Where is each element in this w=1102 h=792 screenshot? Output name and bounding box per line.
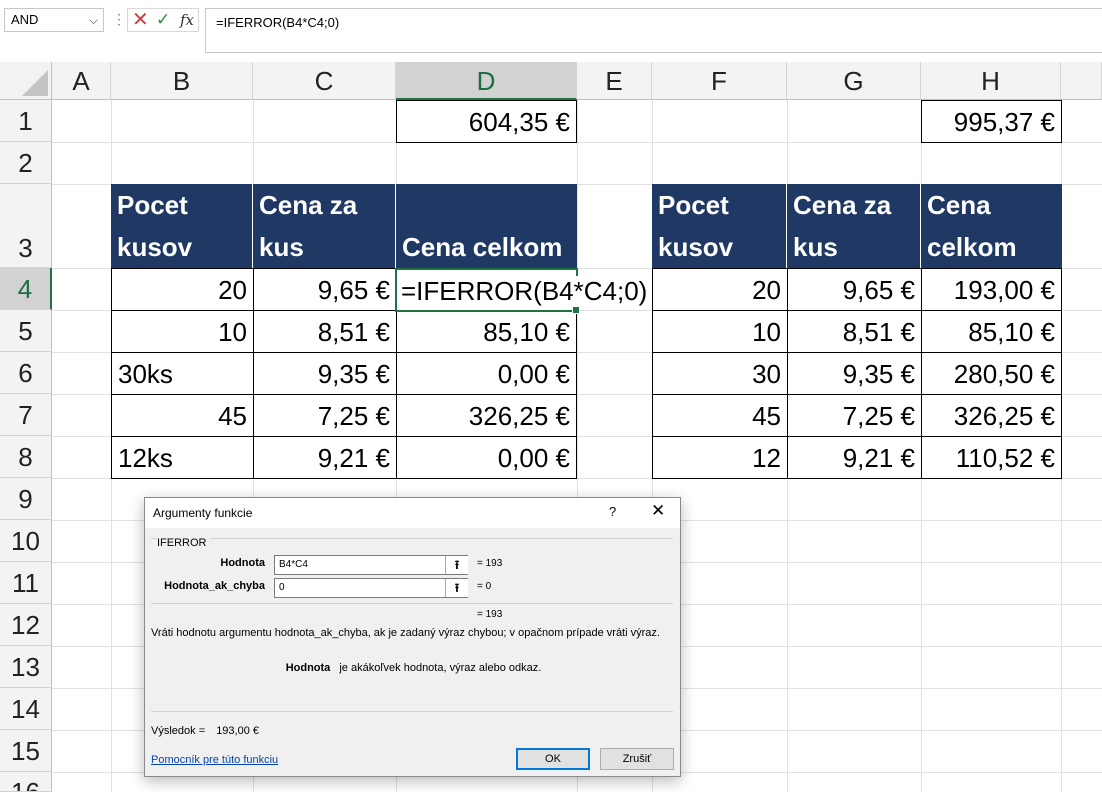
row-header-13[interactable]: 13 bbox=[0, 646, 52, 688]
row-header-7[interactable]: 7 bbox=[0, 394, 52, 436]
function-description: Vráti hodnotu argumentu hodnota_ak_chyba… bbox=[151, 627, 660, 639]
dialog-titlebar[interactable]: Argumenty funkcie ? ✕ bbox=[145, 498, 680, 528]
cell-f3[interactable]: Pocet kusov bbox=[652, 184, 787, 268]
arg2-input[interactable]: 0 bbox=[274, 578, 468, 598]
column-header-g[interactable]: G bbox=[787, 62, 921, 100]
argument-description: Hodnota je akákoľvek hodnota, výraz aleb… bbox=[145, 662, 682, 674]
result-label: Výsledok = bbox=[151, 725, 206, 737]
cell-d8[interactable]: 0,00 € bbox=[396, 436, 577, 479]
cell-g6[interactable]: 9,35 € bbox=[787, 352, 922, 395]
cell-d5[interactable]: 85,10 € bbox=[396, 310, 577, 353]
cell-f7[interactable]: 45 bbox=[652, 394, 788, 437]
row-header-15[interactable]: 15 bbox=[0, 730, 52, 772]
cell-c7[interactable]: 7,25 € bbox=[253, 394, 397, 437]
cell-b8[interactable]: 12ks bbox=[111, 436, 254, 479]
argument-description-text: je akákoľvek hodnota, výraz alebo odkaz. bbox=[339, 662, 542, 674]
result-row: Výsledok = 193,00 € bbox=[151, 725, 259, 737]
formula-result: = 193 bbox=[477, 609, 503, 620]
cell-b7[interactable]: 45 bbox=[111, 394, 254, 437]
help-icon[interactable]: ? bbox=[609, 504, 616, 519]
cell-d4-formula: =IFERROR(B4*C4;0) bbox=[401, 276, 652, 306]
close-icon[interactable]: ✕ bbox=[651, 501, 665, 521]
cell-g5[interactable]: 8,51 € bbox=[787, 310, 922, 353]
row-header-4[interactable]: 4 bbox=[0, 268, 52, 310]
function-arguments-dialog: Argumenty funkcie ? ✕ Hodnota B4*C4 ⭱ = … bbox=[144, 497, 681, 777]
active-cell-d4[interactable]: =IFERROR(B4*C4;0) bbox=[395, 268, 652, 314]
row-header-11[interactable]: 11 bbox=[0, 562, 52, 604]
cell-f6[interactable]: 30 bbox=[652, 352, 788, 395]
row-header-10[interactable]: 10 bbox=[0, 520, 52, 562]
arg2-value: 0 bbox=[279, 582, 285, 593]
arg1-input[interactable]: B4*C4 bbox=[274, 555, 468, 575]
row-header-1[interactable]: 1 bbox=[0, 100, 52, 142]
dialog-title: Argumenty funkcie bbox=[153, 506, 253, 520]
select-all-button[interactable] bbox=[0, 62, 52, 100]
cell-f8[interactable]: 12 bbox=[652, 436, 788, 479]
select-all-triangle bbox=[22, 70, 48, 96]
cell-h3[interactable]: Cena celkom bbox=[921, 184, 1062, 268]
fill-handle[interactable] bbox=[572, 306, 580, 314]
cell-h5[interactable]: 85,10 € bbox=[921, 310, 1062, 353]
cell-b5[interactable]: 10 bbox=[111, 310, 254, 353]
arg2-result: = 0 bbox=[477, 581, 492, 592]
cell-g7[interactable]: 7,25 € bbox=[787, 394, 922, 437]
row-header-16[interactable]: 16 bbox=[0, 772, 52, 792]
row-header-2[interactable]: 2 bbox=[0, 142, 52, 184]
column-header-e[interactable]: E bbox=[577, 62, 652, 100]
cell-c5[interactable]: 8,51 € bbox=[253, 310, 397, 353]
function-name: IFERROR bbox=[157, 537, 210, 549]
cell-d1[interactable]: 604,35 € bbox=[396, 100, 577, 143]
cell-d7[interactable]: 326,25 € bbox=[396, 394, 577, 437]
cell-h4[interactable]: 193,00 € bbox=[921, 268, 1062, 311]
column-header-f[interactable]: F bbox=[652, 62, 787, 100]
row-header-12[interactable]: 12 bbox=[0, 604, 52, 646]
cell-c4[interactable]: 9,65 € bbox=[253, 268, 397, 311]
arguments-group: Hodnota B4*C4 ⭱ = 193 Hodnota_ak_chyba 0… bbox=[151, 538, 673, 604]
cell-h6[interactable]: 280,50 € bbox=[921, 352, 1062, 395]
cell-g4[interactable]: 9,65 € bbox=[787, 268, 922, 311]
row-header-8[interactable]: 8 bbox=[0, 436, 52, 478]
arg2-label: Hodnota_ak_chyba bbox=[164, 580, 265, 592]
cell-d6[interactable]: 0,00 € bbox=[396, 352, 577, 395]
cell-c8[interactable]: 9,21 € bbox=[253, 436, 397, 479]
row-header-14[interactable]: 14 bbox=[0, 688, 52, 730]
cell-h1[interactable]: 995,37 € bbox=[921, 100, 1062, 143]
ok-button[interactable]: OK bbox=[516, 748, 590, 770]
cell-g8[interactable]: 9,21 € bbox=[787, 436, 922, 479]
result-value: 193,00 € bbox=[216, 725, 260, 737]
help-link[interactable]: Pomocník pre túto funkciu bbox=[151, 754, 278, 766]
cell-b4[interactable]: 20 bbox=[111, 268, 254, 311]
arg1-result: = 193 bbox=[477, 558, 503, 569]
row-header-5[interactable]: 5 bbox=[0, 310, 52, 352]
row-header-9[interactable]: 9 bbox=[0, 478, 52, 520]
cell-h7[interactable]: 326,25 € bbox=[921, 394, 1062, 437]
row-header-6[interactable]: 6 bbox=[0, 352, 52, 394]
collapse-dialog-icon[interactable]: ⭱ bbox=[445, 556, 468, 574]
column-header-d[interactable]: D bbox=[396, 62, 577, 100]
collapse-dialog-icon[interactable]: ⭱ bbox=[445, 579, 468, 597]
row-header-3[interactable]: 3 bbox=[0, 184, 52, 268]
cell-f5[interactable]: 10 bbox=[652, 310, 788, 353]
cell-b3[interactable]: Pocet kusov bbox=[111, 184, 253, 268]
column-header-h[interactable]: H bbox=[921, 62, 1061, 100]
separator bbox=[151, 711, 673, 712]
cell-b6[interactable]: 30ks bbox=[111, 352, 254, 395]
cell-h8[interactable]: 110,52 € bbox=[921, 436, 1062, 479]
cell-f4[interactable]: 20 bbox=[652, 268, 788, 311]
cell-d3[interactable]: Cena celkom bbox=[396, 184, 577, 268]
column-header-a[interactable]: A bbox=[52, 62, 111, 100]
cell-c3[interactable]: Cena za kus bbox=[253, 184, 396, 268]
column-header-b[interactable]: B bbox=[111, 62, 253, 100]
column-header-next[interactable] bbox=[1061, 62, 1102, 100]
arg1-value: B4*C4 bbox=[279, 559, 308, 570]
cell-c6[interactable]: 9,35 € bbox=[253, 352, 397, 395]
cancel-button[interactable]: Zrušiť bbox=[600, 748, 674, 770]
cell-g3[interactable]: Cena za kus bbox=[787, 184, 921, 268]
arg1-label: Hodnota bbox=[220, 557, 265, 569]
column-header-c[interactable]: C bbox=[253, 62, 396, 100]
argument-description-name: Hodnota bbox=[285, 662, 331, 674]
